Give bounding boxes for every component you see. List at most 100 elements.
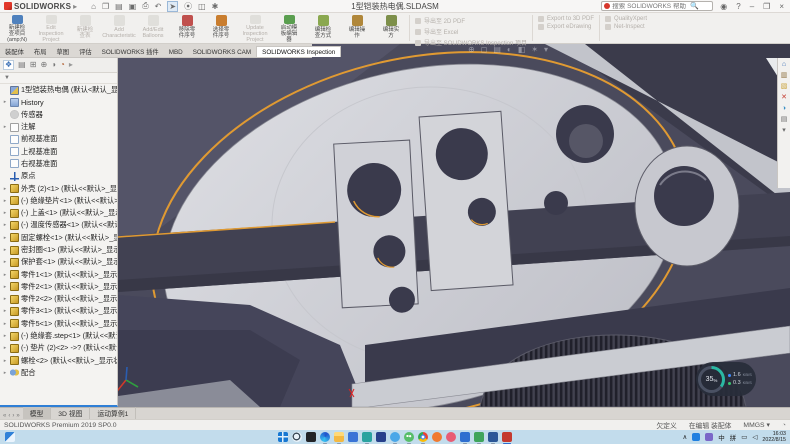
units-selector[interactable]: MMGS ▾	[743, 421, 769, 429]
expand-arrow-icon[interactable]: ▸	[2, 210, 8, 216]
dimxpertmanager-tab[interactable]: ⊕	[40, 61, 47, 69]
tree-item[interactable]: ▸ 固定螺栓<1> (默认<<默认>_显示	[0, 232, 117, 244]
taskbar-clock[interactable]: 16:03 2022/8/15	[762, 431, 786, 443]
tree-item[interactable]: ▸ (-) 绝缘垫片<1> (默认<<默认>_显	[0, 195, 117, 207]
ribbon-tab[interactable]: SOLIDWORKS CAM	[188, 47, 256, 57]
expand-arrow-icon[interactable]: ▸	[2, 296, 8, 302]
tree-root-item[interactable]: 1型铠装热电偶 (默认<默认_显示状态-1>	[0, 84, 117, 96]
export-menu-item[interactable]: 导出至 Excel	[415, 27, 527, 36]
expand-arrow-icon[interactable]: ▸	[2, 222, 8, 228]
export-menu-item[interactable]: 导出至 2D PDF	[415, 16, 527, 25]
tree-item[interactable]: ▸ 注解	[0, 121, 117, 133]
search-icon[interactable]: 🔍	[690, 2, 699, 10]
menu-flyout-arrow[interactable]: ▸	[73, 2, 77, 11]
ribbon-tab[interactable]: 草图	[51, 45, 74, 57]
app-pink[interactable]	[446, 432, 456, 442]
tray-shield[interactable]	[705, 433, 713, 441]
app-solidworks[interactable]	[502, 432, 512, 442]
ribbon-tab[interactable]: SOLIDWORKS 插件	[97, 45, 164, 57]
app-office[interactable]	[306, 432, 316, 442]
app-wps[interactable]	[474, 432, 484, 442]
rebuild-icon[interactable]: ⦿	[184, 1, 192, 12]
app-wechat[interactable]	[404, 432, 414, 442]
app-navy[interactable]	[376, 432, 386, 442]
view-tool-icon[interactable]: ▾	[544, 45, 548, 54]
app-orange[interactable]	[432, 432, 442, 442]
search-input[interactable]	[612, 3, 688, 10]
propertymanager-tab[interactable]: ▤	[18, 61, 26, 69]
tree-item[interactable]: 传感器	[0, 109, 117, 121]
export-menu-item[interactable]: Export eDrawing	[538, 24, 594, 30]
tray-display[interactable]: ▭	[741, 433, 747, 441]
tree-item[interactable]: ▸ (-) 绝缘套.step<1> (默认<<默认>	[0, 330, 117, 342]
tree-item[interactable]: ▸ (-) 垫片 (2)<2> ->? (默认<<默认>	[0, 342, 117, 354]
expand-arrow-icon[interactable]: ▸	[2, 308, 8, 314]
featuremanager-tab[interactable]: ❖	[3, 60, 14, 70]
tree-item[interactable]: ▸ 零件2<2> (默认<<默认>_显示状态	[0, 293, 117, 305]
tray-volume[interactable]: ◁	[752, 433, 757, 441]
tray-ime-lang[interactable]: 中	[718, 432, 725, 442]
tree-item[interactable]: ▸ 外壳 (2)<1> (默认<<默认>_显示状	[0, 182, 117, 194]
more-icon[interactable]: ▾	[782, 127, 786, 134]
undo-icon[interactable]: ↶	[155, 2, 162, 11]
app-chrome[interactable]	[418, 432, 428, 442]
file-explorer[interactable]	[334, 432, 344, 442]
tree-item[interactable]: ▸ 螺栓<2> (默认<<默认>_显示状态	[0, 355, 117, 367]
ribbon-button[interactable]: Update Inspection Project	[238, 13, 272, 43]
view-tool-icon[interactable]: ✶	[531, 45, 538, 54]
new-file-icon[interactable]: ❐	[102, 2, 109, 11]
ribbon-button[interactable]: 新建检 查表	[68, 13, 102, 43]
status-tag-icon[interactable]: ◔	[782, 422, 786, 429]
ribbon-button[interactable]: Add/Edit Balloons	[136, 13, 170, 43]
tree-item[interactable]: ▸ 保护套<1> (默认<<默认>_显示状	[0, 256, 117, 268]
expand-arrow-icon[interactable]: ▸	[2, 272, 8, 278]
tree-item[interactable]: ▸ 零件5<1> (默认<<默认>_显示状态	[0, 318, 117, 330]
expand-arrow-icon[interactable]: ▸	[2, 259, 8, 265]
tree-item[interactable]: 原点	[0, 170, 117, 182]
ribbon-tab[interactable]: 装配体	[0, 45, 29, 57]
options-gear-icon[interactable]: ✱	[212, 2, 219, 11]
ribbon-button[interactable]: Add Characteristic	[102, 13, 136, 43]
help-search-box[interactable]: 🔍	[601, 1, 713, 11]
tray-ime-mode[interactable]: 拼	[730, 432, 737, 442]
app-monitor[interactable]	[460, 432, 470, 442]
net-monitor-widget[interactable]: 35% 1.6KB/S 0.3KB/S	[696, 362, 756, 396]
expand-arrow-icon[interactable]: ▸	[2, 321, 8, 327]
app-qq[interactable]	[390, 432, 400, 442]
start-button[interactable]	[278, 432, 288, 442]
ribbon-button[interactable]: 启动模 板编辑 器	[272, 13, 306, 43]
ribbon-button[interactable]: 编辑实 方	[374, 13, 408, 43]
resources-home-icon[interactable]: ⌂	[782, 61, 786, 68]
document-tab[interactable]: 运动算例1	[90, 407, 136, 419]
ribbon-tab[interactable]: SOLIDWORKS Inspection	[256, 46, 341, 57]
export-menu-item[interactable]: Export to 3D PDF	[538, 16, 594, 22]
app-edge[interactable]	[320, 432, 330, 442]
export-menu-item[interactable]: 导出至 SOLIDWORKS Inspection 项目	[415, 38, 527, 47]
help-button[interactable]: ?	[734, 2, 742, 11]
ribbon-button[interactable]: Edit Inspection Project	[34, 13, 68, 43]
tree-item[interactable]: ▸ 零件2<1> (默认<<默认>_显示状态	[0, 281, 117, 293]
close-button[interactable]: ×	[777, 2, 786, 11]
expand-arrow-icon[interactable]: ▸	[2, 198, 8, 204]
expand-arrow-icon[interactable]: ▸	[2, 186, 8, 192]
home-icon[interactable]: ⌂	[91, 2, 96, 11]
ribbon-tab[interactable]: 布局	[29, 45, 52, 57]
tree-item[interactable]: 前视基准面	[0, 133, 117, 145]
filter-funnel-icon[interactable]: ▼	[4, 75, 10, 81]
task-pane-strip[interactable]: ⌂▥▧✕◑▤▾	[777, 58, 790, 188]
search-button[interactable]	[292, 432, 302, 442]
tray-onedrive[interactable]	[692, 433, 700, 441]
tree-item[interactable]: ▸ (-) 温度传感器<1> (默认<<默认>_	[0, 219, 117, 231]
ribbon-tab[interactable]: 评估	[74, 45, 97, 57]
ribbon-button[interactable]: 新建检 查项目 (amp;N)	[0, 13, 34, 43]
expand-arrow-icon[interactable]: ▸	[2, 370, 8, 376]
document-tab[interactable]: 3D 视图	[51, 407, 90, 419]
export-menu-item[interactable]: QualityXpert	[605, 16, 647, 22]
inspection-tab[interactable]: ◔	[60, 61, 65, 69]
expand-arrow-icon[interactable]: ▸	[2, 235, 8, 241]
tree-item[interactable]: ▸ 零件1<1> (默认<<默认>_显示状态	[0, 268, 117, 280]
widgets-icon[interactable]	[5, 432, 15, 442]
expand-arrow-icon[interactable]: ▸	[2, 124, 8, 130]
tree-item[interactable]: ▸ (-) 上盖<1> (默认<<默认>_显示状	[0, 207, 117, 219]
ribbon-tab[interactable]: MBD	[164, 47, 188, 57]
